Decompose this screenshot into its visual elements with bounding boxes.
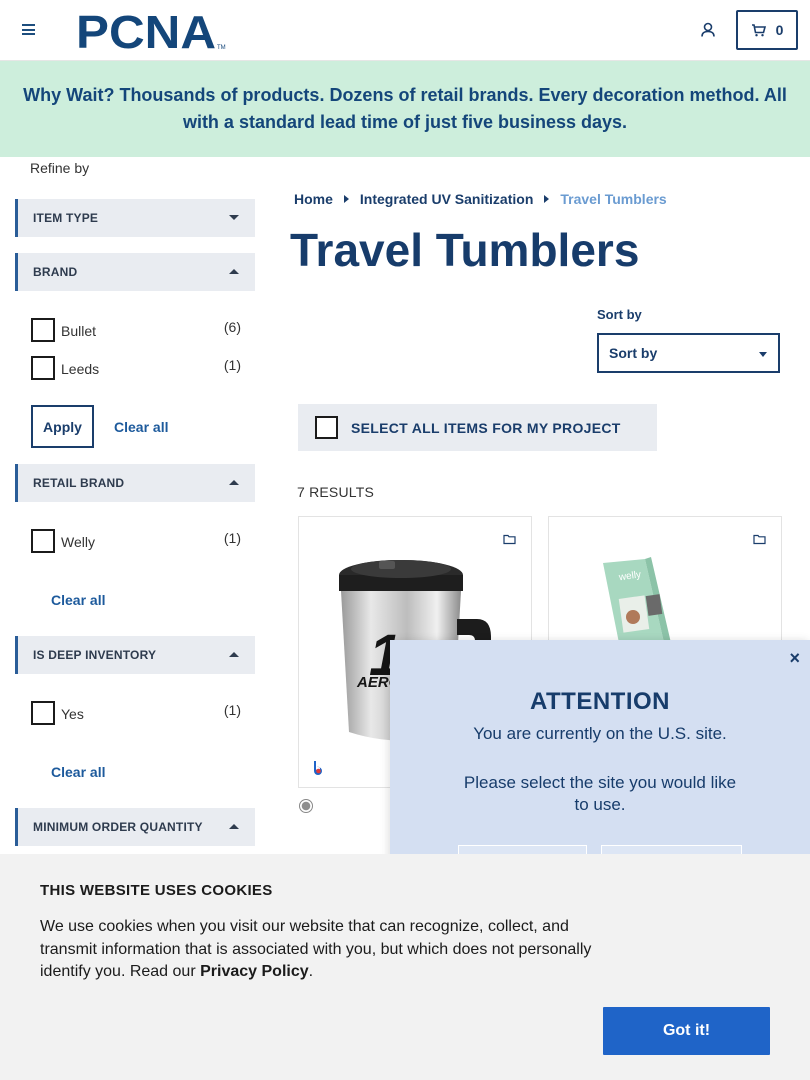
cookie-banner: THIS WEBSITE USES COOKIES We use cookies…: [0, 854, 810, 1080]
filter-brand[interactable]: BRAND: [15, 253, 255, 291]
select-all-items[interactable]: SELECT ALL ITEMS FOR MY PROJECT: [298, 404, 657, 451]
modal-instruction-text: Please select the site you would like to…: [463, 773, 737, 814]
bullet-brand-icon: [314, 761, 322, 775]
hamburger-menu-icon[interactable]: [22, 24, 35, 35]
user-icon[interactable]: [699, 21, 717, 39]
pcna-logo[interactable]: PCNA TM: [76, 10, 226, 52]
retail-brand-option-welly[interactable]: Welly (1): [31, 529, 241, 555]
svg-text:PCNA: PCNA: [76, 10, 216, 52]
select-all-label: SELECT ALL ITEMS FOR MY PROJECT: [351, 420, 621, 436]
filter-deep-inventory[interactable]: IS DEEP INVENTORY: [15, 636, 255, 674]
svg-text:TM: TM: [217, 45, 226, 51]
deep-inventory-clear-all-link[interactable]: Clear all: [51, 764, 105, 780]
breadcrumb-separator-icon: [544, 195, 550, 203]
cookie-banner-title: THIS WEBSITE USES COOKIES: [40, 882, 273, 899]
promo-banner: Why Wait? Thousands of products. Dozens …: [0, 61, 810, 157]
chevron-down-icon: [229, 215, 239, 220]
checkbox[interactable]: [31, 529, 55, 553]
page: PCNA TM 0 Why Wait? Thousands of product…: [0, 0, 810, 1080]
got-it-button[interactable]: Got it!: [603, 1007, 770, 1055]
modal-current-site-text: You are currently on the U.S. site.: [473, 724, 727, 743]
apply-button[interactable]: Apply: [31, 405, 94, 448]
chevron-up-icon: [229, 824, 239, 829]
sort-select-value: Sort by: [609, 345, 658, 361]
privacy-policy-link[interactable]: Privacy Policy: [200, 963, 309, 980]
breadcrumb-integrated-uv[interactable]: Integrated UV Sanitization: [360, 191, 533, 207]
brand-clear-all-link[interactable]: Clear all: [114, 419, 168, 435]
cart-count: 0: [775, 22, 784, 38]
sort-select[interactable]: Sort by: [597, 333, 780, 373]
promo-banner-text: Why Wait? Thousands of products. Dozens …: [23, 85, 787, 132]
site-selection-modal: × ATTENTION You are currently on the U.S…: [390, 640, 810, 875]
chevron-up-icon: [229, 480, 239, 485]
brand-option-leeds[interactable]: Leeds (1): [31, 356, 241, 382]
close-icon[interactable]: ×: [789, 648, 800, 669]
breadcrumb-home[interactable]: Home: [294, 191, 333, 207]
color-swatch[interactable]: [299, 799, 313, 813]
sort-label: Sort by: [597, 307, 642, 322]
chevron-up-icon: [229, 652, 239, 657]
filter-item-type[interactable]: ITEM TYPE: [15, 199, 255, 237]
breadcrumb-current: Travel Tumblers: [560, 191, 667, 207]
chevron-up-icon: [229, 269, 239, 274]
site-header: PCNA TM 0: [0, 0, 810, 61]
breadcrumb-separator-icon: [343, 195, 349, 203]
filter-retail-brand[interactable]: RETAIL BRAND: [15, 464, 255, 502]
chevron-down-icon: [759, 352, 767, 357]
page-title: Travel Tumblers: [290, 224, 640, 276]
deep-inventory-option-yes[interactable]: Yes (1): [31, 701, 241, 727]
checkbox[interactable]: [31, 318, 55, 342]
cart-button[interactable]: 0: [736, 10, 798, 50]
results-count: 7 RESULTS: [297, 484, 375, 500]
select-all-checkbox[interactable]: [315, 416, 338, 439]
refine-by-label: Refine by: [30, 160, 90, 176]
cookie-banner-body: We use cookies when you visit our websit…: [40, 918, 592, 980]
add-to-project-folder-icon[interactable]: [503, 533, 516, 545]
checkbox[interactable]: [31, 356, 55, 380]
add-to-project-folder-icon[interactable]: [753, 533, 766, 545]
brand-option-bullet[interactable]: Bullet (6): [31, 318, 241, 344]
checkbox[interactable]: [31, 701, 55, 725]
retail-brand-clear-all-link[interactable]: Clear all: [51, 592, 105, 608]
breadcrumb: Home Integrated UV Sanitization Travel T…: [294, 191, 667, 207]
filter-minimum-order-quantity[interactable]: MINIMUM ORDER QUANTITY: [15, 808, 255, 846]
modal-title: ATTENTION: [529, 688, 671, 715]
cart-icon: [751, 23, 766, 36]
